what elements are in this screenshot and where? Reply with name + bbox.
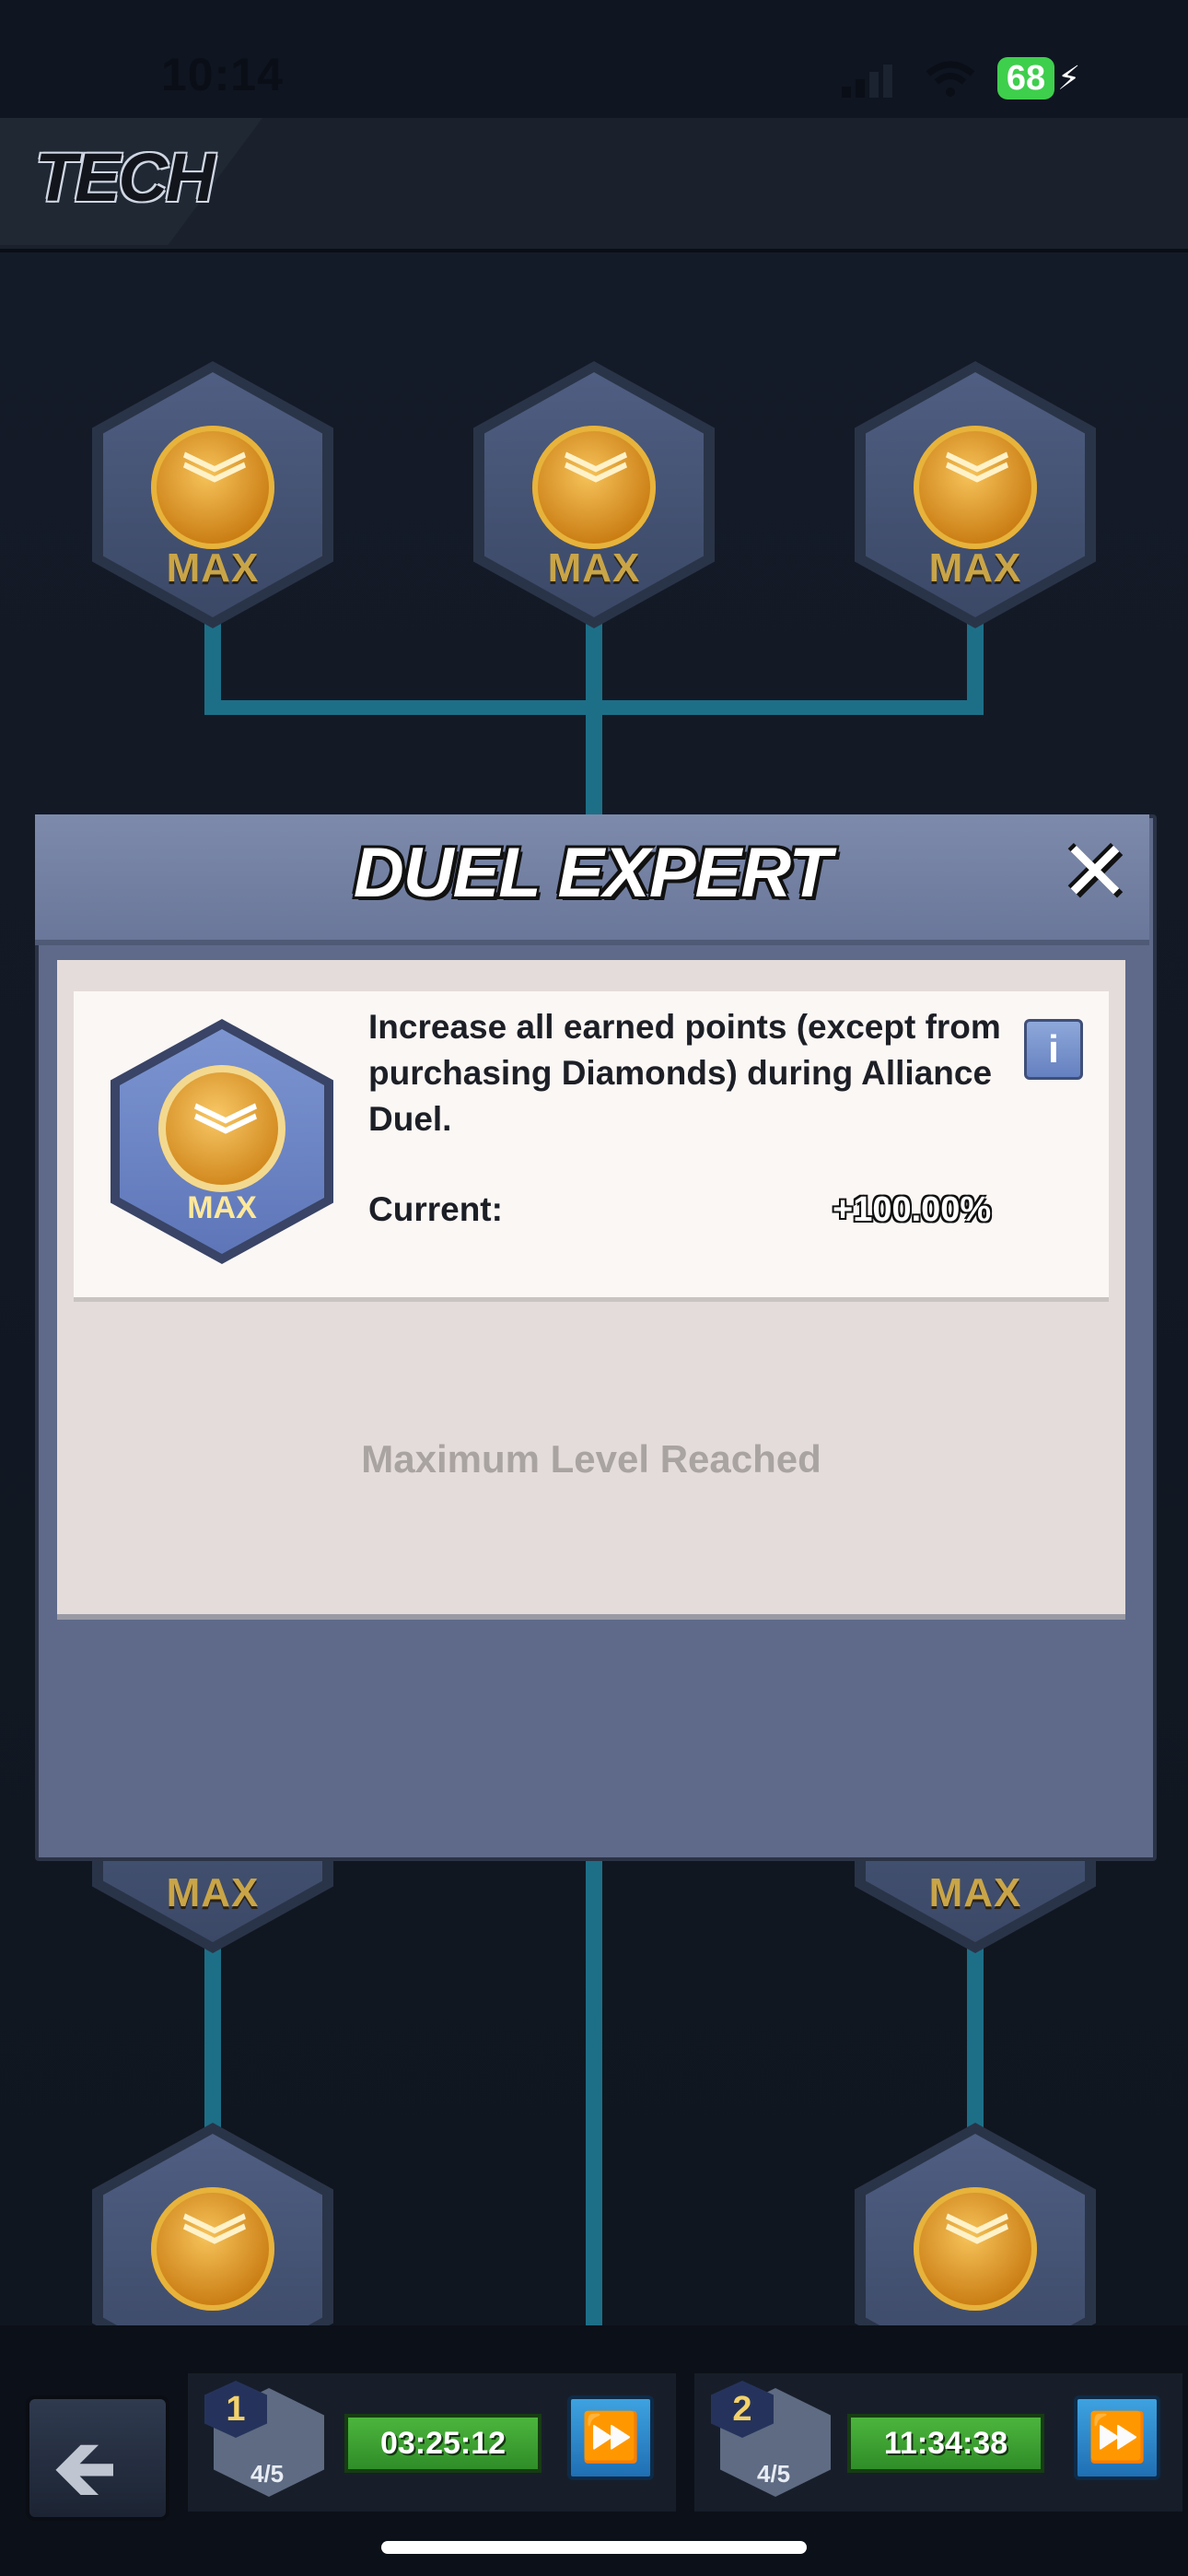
queue-timer: 11:34:38 [847, 2414, 1044, 2473]
status-time: 10:14 [161, 49, 284, 100]
queue-timer: 03:25:12 [344, 2414, 542, 2473]
info-icon[interactable]: i [1024, 1019, 1083, 1080]
home-indicator[interactable] [381, 2541, 807, 2554]
chevron-coin-icon: ︾ [914, 2187, 1037, 2311]
battery-indicator: 68 [997, 57, 1054, 100]
close-icon[interactable]: ✕ [1057, 831, 1133, 914]
modal-title: DUEL EXPERT [353, 834, 832, 912]
chevron-coin-icon: ︾ [914, 426, 1037, 549]
connector-line [204, 1935, 221, 2128]
current-value: +100.00% [833, 1190, 992, 1229]
current-label: Current: [368, 1190, 503, 1228]
queue-progress: 4/5 [757, 2460, 791, 2488]
page-title: TECH [35, 139, 215, 216]
chevron-down-icon: ︾ [193, 1101, 258, 1173]
wifi-icon [925, 61, 976, 98]
tech-description: Increase all earned points (except from … [368, 1008, 1001, 1138]
fast-forward-icon[interactable]: ⏩ [567, 2395, 654, 2480]
max-level-text: Maximum Level Reached [361, 1437, 821, 1481]
charging-icon: ⚡ [1057, 59, 1081, 97]
queue-progress: 4/5 [250, 2460, 285, 2488]
signal-icon [840, 64, 895, 98]
chevron-coin-icon: ︾ [532, 426, 656, 549]
connector-line [586, 1852, 602, 2331]
back-arrow-icon: 🡸 [52, 2422, 118, 2513]
tech-node[interactable]: ︾ [855, 2123, 1096, 2331]
fast-forward-icon[interactable]: ⏩ [1074, 2395, 1160, 2480]
tech-node[interactable]: ︾ [92, 2123, 333, 2331]
chevron-coin-icon: ︾ [151, 426, 274, 549]
connector-line [967, 1935, 984, 2128]
tech-level-label: MAX [187, 1190, 257, 1225]
tech-node-clip: ︾ [855, 2123, 1096, 2331]
connector-line [204, 700, 984, 715]
chevron-coin-icon: ︾ [151, 2187, 274, 2311]
tech-node-clip: ︾ [92, 2123, 333, 2331]
